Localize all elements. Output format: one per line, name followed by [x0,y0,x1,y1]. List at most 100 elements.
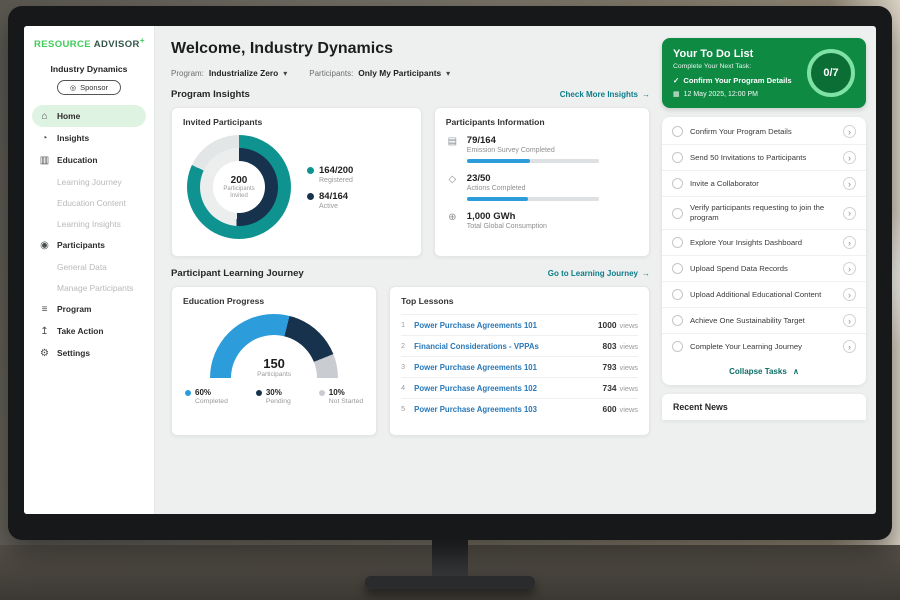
survey-icon: ▤ [446,135,459,163]
sidebar-item-settings[interactable]: ⚙ Settings [32,342,146,364]
program-select[interactable]: Program: Industrialize Zero ▾ [171,68,287,78]
sidebar-item-home[interactable]: ⌂ Home [32,105,146,127]
lesson-views-unit: views [620,342,638,351]
lesson-link[interactable]: Power Purchase Agreements 101 [414,321,598,330]
todo-due-label: 12 May 2025, 12:00 PM [684,91,758,98]
info-label: Total Global Consumption [467,223,547,230]
sidebar-item-insights[interactable]: ◔ Insights [32,127,146,149]
todo-task-row[interactable]: Explore Your Insights Dashboard › [662,229,866,255]
task-checkbox[interactable] [672,208,683,219]
task-checkbox[interactable] [672,341,683,352]
chevron-up-icon: ∧ [793,367,799,376]
collapse-tasks-link[interactable]: Collapse Tasks ∧ [662,359,866,383]
gauge-legend: 60% Completed 30% Pending 10% Not Starte… [183,382,365,405]
invited-participants-card: Invited Participants 200 Participants In… [171,107,422,257]
home-icon: ⌂ [39,111,50,122]
todo-task-row[interactable]: Confirm Your Program Details › [662,119,866,144]
lesson-rank: 4 [401,385,414,392]
task-checkbox[interactable] [672,289,683,300]
lesson-row: 5 Power Purchase Agreements 103 600views [401,398,638,419]
link-label: Check More Insights [560,90,638,99]
progress-bar-fill [467,197,528,201]
education-icon: ▥ [39,155,50,166]
todo-task-row[interactable]: Upload Spend Data Records › [662,255,866,281]
chevron-down-icon: ▾ [283,69,287,78]
todo-progress-ring: 0/7 [807,49,855,97]
participants-select[interactable]: Participants: Only My Participants ▾ [309,68,450,78]
sidebar-item-learning-journey[interactable]: Learning Journey [32,171,146,192]
lesson-rank: 1 [401,322,414,329]
lesson-row: 2 Financial Considerations - VPPAs 803vi… [401,335,638,356]
todo-next-task-label: Confirm Your Program Details [683,76,791,85]
chevron-right-icon[interactable]: › [843,288,856,301]
todo-task-row[interactable]: Verify participants requesting to join t… [662,196,866,229]
info-label: Actions Completed [467,185,599,192]
sidebar-item-take-action[interactable]: ↥ Take Action [32,320,146,342]
sidebar-item-program[interactable]: ≡ Program [32,298,146,320]
lesson-link[interactable]: Power Purchase Agreements 101 [414,363,602,372]
todo-panel: Your To Do List Complete Your Next Task:… [662,26,876,514]
sidebar-item-manage-participants[interactable]: Manage Participants [32,277,146,298]
task-label: Verify participants requesting to join t… [690,203,836,223]
card-title: Participants Information [446,117,638,127]
filters-row: Program: Industrialize Zero ▾ Participan… [171,68,650,78]
teal-dot-icon [307,167,314,174]
card-title: Invited Participants [183,117,410,127]
lesson-link[interactable]: Power Purchase Agreements 103 [414,405,602,414]
task-checkbox[interactable] [672,126,683,137]
org-name: Industry Dynamics [32,64,146,74]
task-label: Invite a Collaborator [690,179,836,189]
chevron-right-icon[interactable]: › [843,207,856,220]
chevron-right-icon[interactable]: › [843,125,856,138]
task-checkbox[interactable] [672,178,683,189]
chevron-right-icon[interactable]: › [843,262,856,275]
task-checkbox[interactable] [672,263,683,274]
sponsor-badge[interactable]: ◎ Sponsor [57,80,121,95]
sidebar-item-learning-insights[interactable]: Learning Insights [32,213,146,234]
recent-news-card[interactable]: Recent News [662,394,866,420]
task-label: Complete Your Learning Journey [690,342,836,352]
calendar-icon: ▦ [673,90,680,98]
lesson-rank: 2 [401,343,414,350]
lesson-link[interactable]: Power Purchase Agreements 102 [414,384,602,393]
todo-subtitle: Complete Your Next Task: [673,63,799,70]
participants-information-card: Participants Information ▤ 79/164 Emissi… [434,107,650,257]
lesson-views: 793 [603,362,617,372]
navy-dot-icon [256,390,262,396]
todo-task-row[interactable]: Send 50 Invitations to Participants › [662,144,866,170]
task-checkbox[interactable] [672,237,683,248]
legend-not-started: 10% Not Started [319,388,363,405]
todo-task-row[interactable]: Invite a Collaborator › [662,170,866,196]
legend-label: Not Started [329,398,363,405]
todo-title: Your To Do List [673,48,799,60]
lesson-link[interactable]: Financial Considerations - VPPAs [414,342,602,351]
sidebar-item-participants[interactable]: ◉ Participants [32,234,146,256]
blue-dot-icon [185,390,191,396]
task-label: Confirm Your Program Details [690,127,836,137]
chevron-right-icon[interactable]: › [843,177,856,190]
todo-next-task[interactable]: ✓ Confirm Your Program Details [673,76,799,85]
lesson-row: 4 Power Purchase Agreements 102 734views [401,377,638,398]
lesson-views: 1000 [598,320,617,330]
todo-task-row[interactable]: Achieve One Sustainability Target › [662,307,866,333]
sidebar-item-education-content[interactable]: Education Content [32,192,146,213]
card-title: Top Lessons [401,296,638,306]
progress-bar [467,197,599,201]
collapse-label: Collapse Tasks [729,367,787,376]
chevron-right-icon[interactable]: › [843,236,856,249]
task-checkbox[interactable] [672,152,683,163]
task-checkbox[interactable] [672,315,683,326]
lesson-views: 803 [603,341,617,351]
sidebar-item-general-data[interactable]: General Data [32,256,146,277]
chevron-right-icon[interactable]: › [843,314,856,327]
todo-due-date: ▦ 12 May 2025, 12:00 PM [673,90,799,98]
chevron-right-icon[interactable]: › [843,340,856,353]
sidebar: RESOURCE ADVISOR+ Industry Dynamics ◎ Sp… [24,26,155,514]
sidebar-item-education[interactable]: ▥ Education [32,149,146,171]
todo-task-row[interactable]: Upload Additional Educational Content › [662,281,866,307]
chevron-right-icon[interactable]: › [843,151,856,164]
check-more-insights-link[interactable]: Check More Insights → [560,90,650,99]
todo-task-row[interactable]: Complete Your Learning Journey › [662,333,866,359]
go-to-learning-journey-link[interactable]: Go to Learning Journey → [548,269,650,278]
logo-secondary: ADVISOR [94,39,140,50]
